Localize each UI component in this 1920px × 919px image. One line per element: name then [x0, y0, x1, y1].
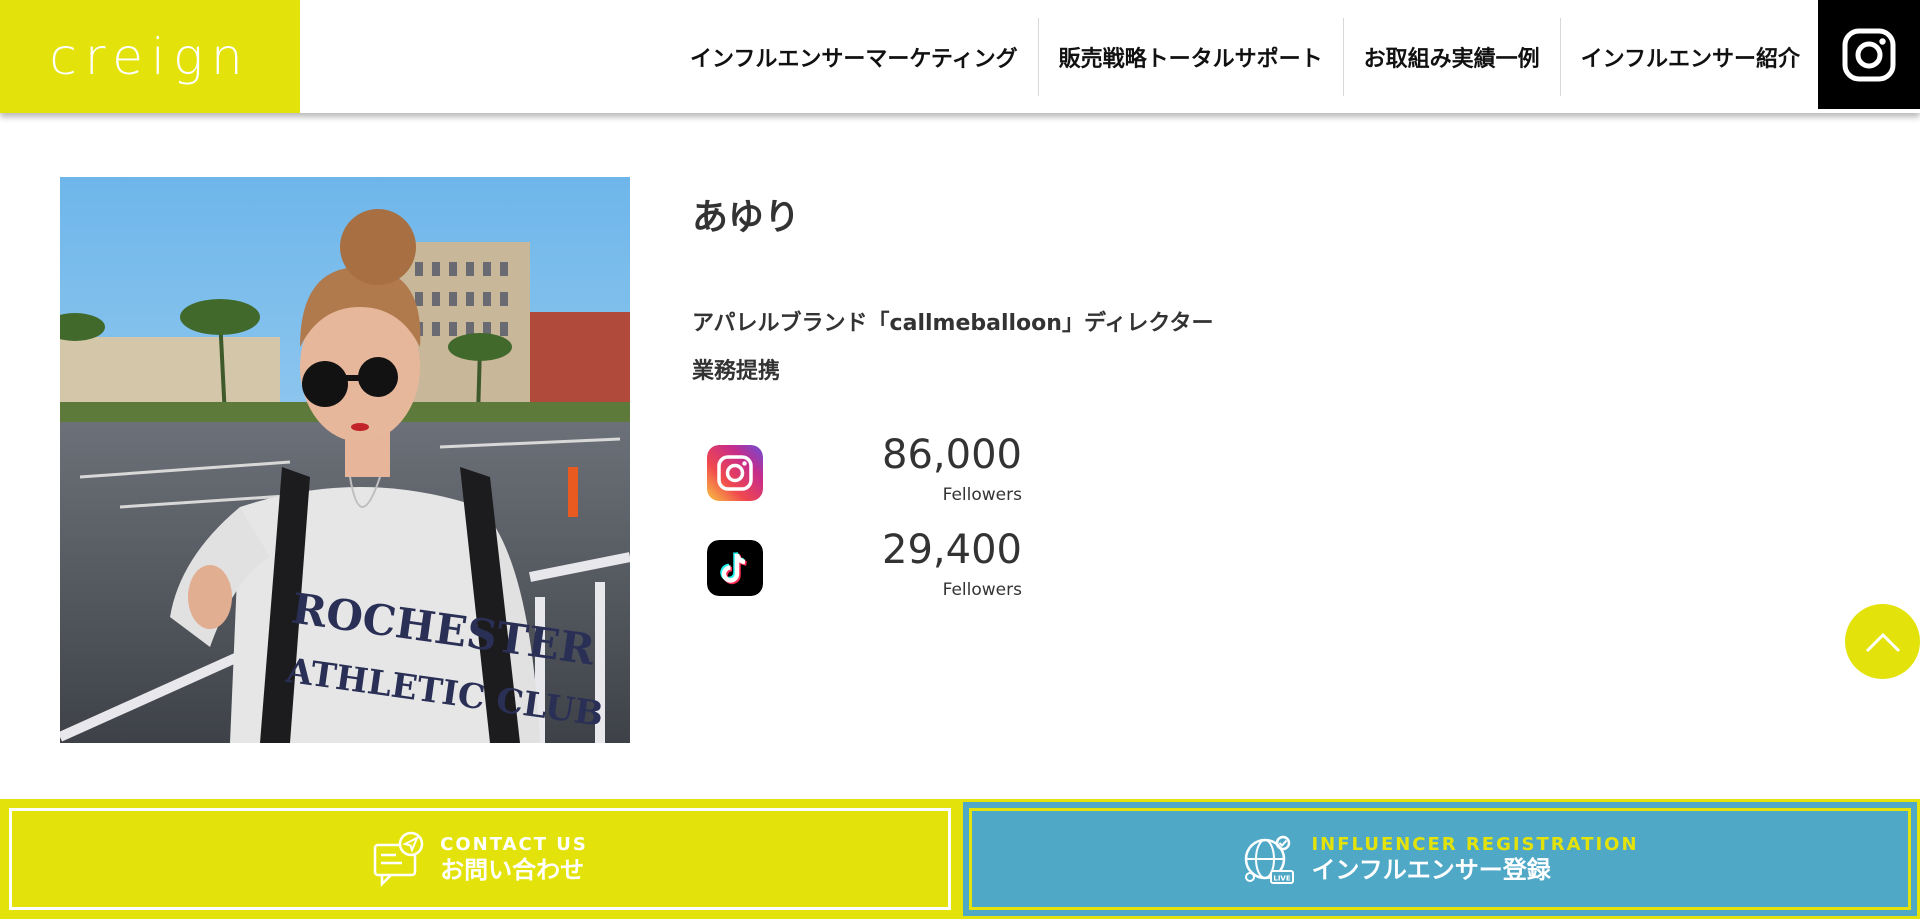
nav-item-sales-strategy[interactable]: 販売戦略トータルサポート: [1037, 18, 1343, 96]
logo-text: creign: [49, 27, 251, 86]
scroll-to-top-button[interactable]: [1845, 604, 1920, 679]
site-header: creign インフルエンサーマーケティング 販売戦略トータルサポート お取組み…: [0, 0, 1920, 113]
influencer-photo: ROCHESTER ATHLETIC CLUB: [60, 177, 630, 743]
chevron-up-icon: [1865, 632, 1900, 652]
contact-us-label-jp: お問い合わせ: [440, 856, 585, 884]
logo[interactable]: creign: [0, 0, 300, 113]
tiktok-stat: 29,400 Fellowers: [692, 530, 1022, 610]
influencer-description: アパレルブランド「callmeballoon」ディレクター 業務提携: [692, 300, 1214, 396]
influencer-registration-button[interactable]: LIVE INFLUENCER REGISTRATION インフルエンサー登録: [960, 799, 1920, 919]
instagram-link-button[interactable]: [1818, 0, 1920, 109]
instagram-icon: [1842, 28, 1896, 81]
description-line-2: 業務提携: [692, 359, 781, 384]
influencer-name: あゆり: [692, 197, 801, 238]
contact-us-button[interactable]: CONTACT US お問い合わせ: [0, 799, 960, 919]
tiktok-icon[interactable]: [707, 540, 763, 596]
registration-label-en: INFLUENCER REGISTRATION: [1311, 834, 1639, 855]
instagram-stat: 86,000 Fellowers: [692, 435, 1022, 515]
registration-label-jp: インフルエンサー登録: [1311, 856, 1551, 884]
nav-item-influencer-intro[interactable]: インフルエンサー紹介: [1559, 18, 1820, 96]
main-nav: インフルエンサーマーケティング 販売戦略トータルサポート お取組み実績一例 イン…: [670, 18, 1820, 96]
chat-send-icon: [373, 831, 424, 887]
description-line-1: アパレルブランド「callmeballoon」ディレクター: [692, 311, 1214, 336]
contact-us-label-en: CONTACT US: [440, 834, 588, 855]
tiktok-follower-count: 29,400: [882, 527, 1022, 573]
instagram-follower-label: Fellowers: [942, 485, 1022, 505]
globe-live-icon: LIVE: [1245, 835, 1295, 884]
tiktok-follower-label: Fellowers: [942, 580, 1022, 600]
nav-item-influencer-marketing[interactable]: インフルエンサーマーケティング: [670, 18, 1038, 96]
instagram-follower-count: 86,000: [882, 432, 1022, 478]
instagram-icon[interactable]: [707, 445, 763, 501]
svg-text:LIVE: LIVE: [1274, 875, 1291, 883]
nav-item-case-studies[interactable]: お取組み実績一例: [1342, 18, 1560, 96]
